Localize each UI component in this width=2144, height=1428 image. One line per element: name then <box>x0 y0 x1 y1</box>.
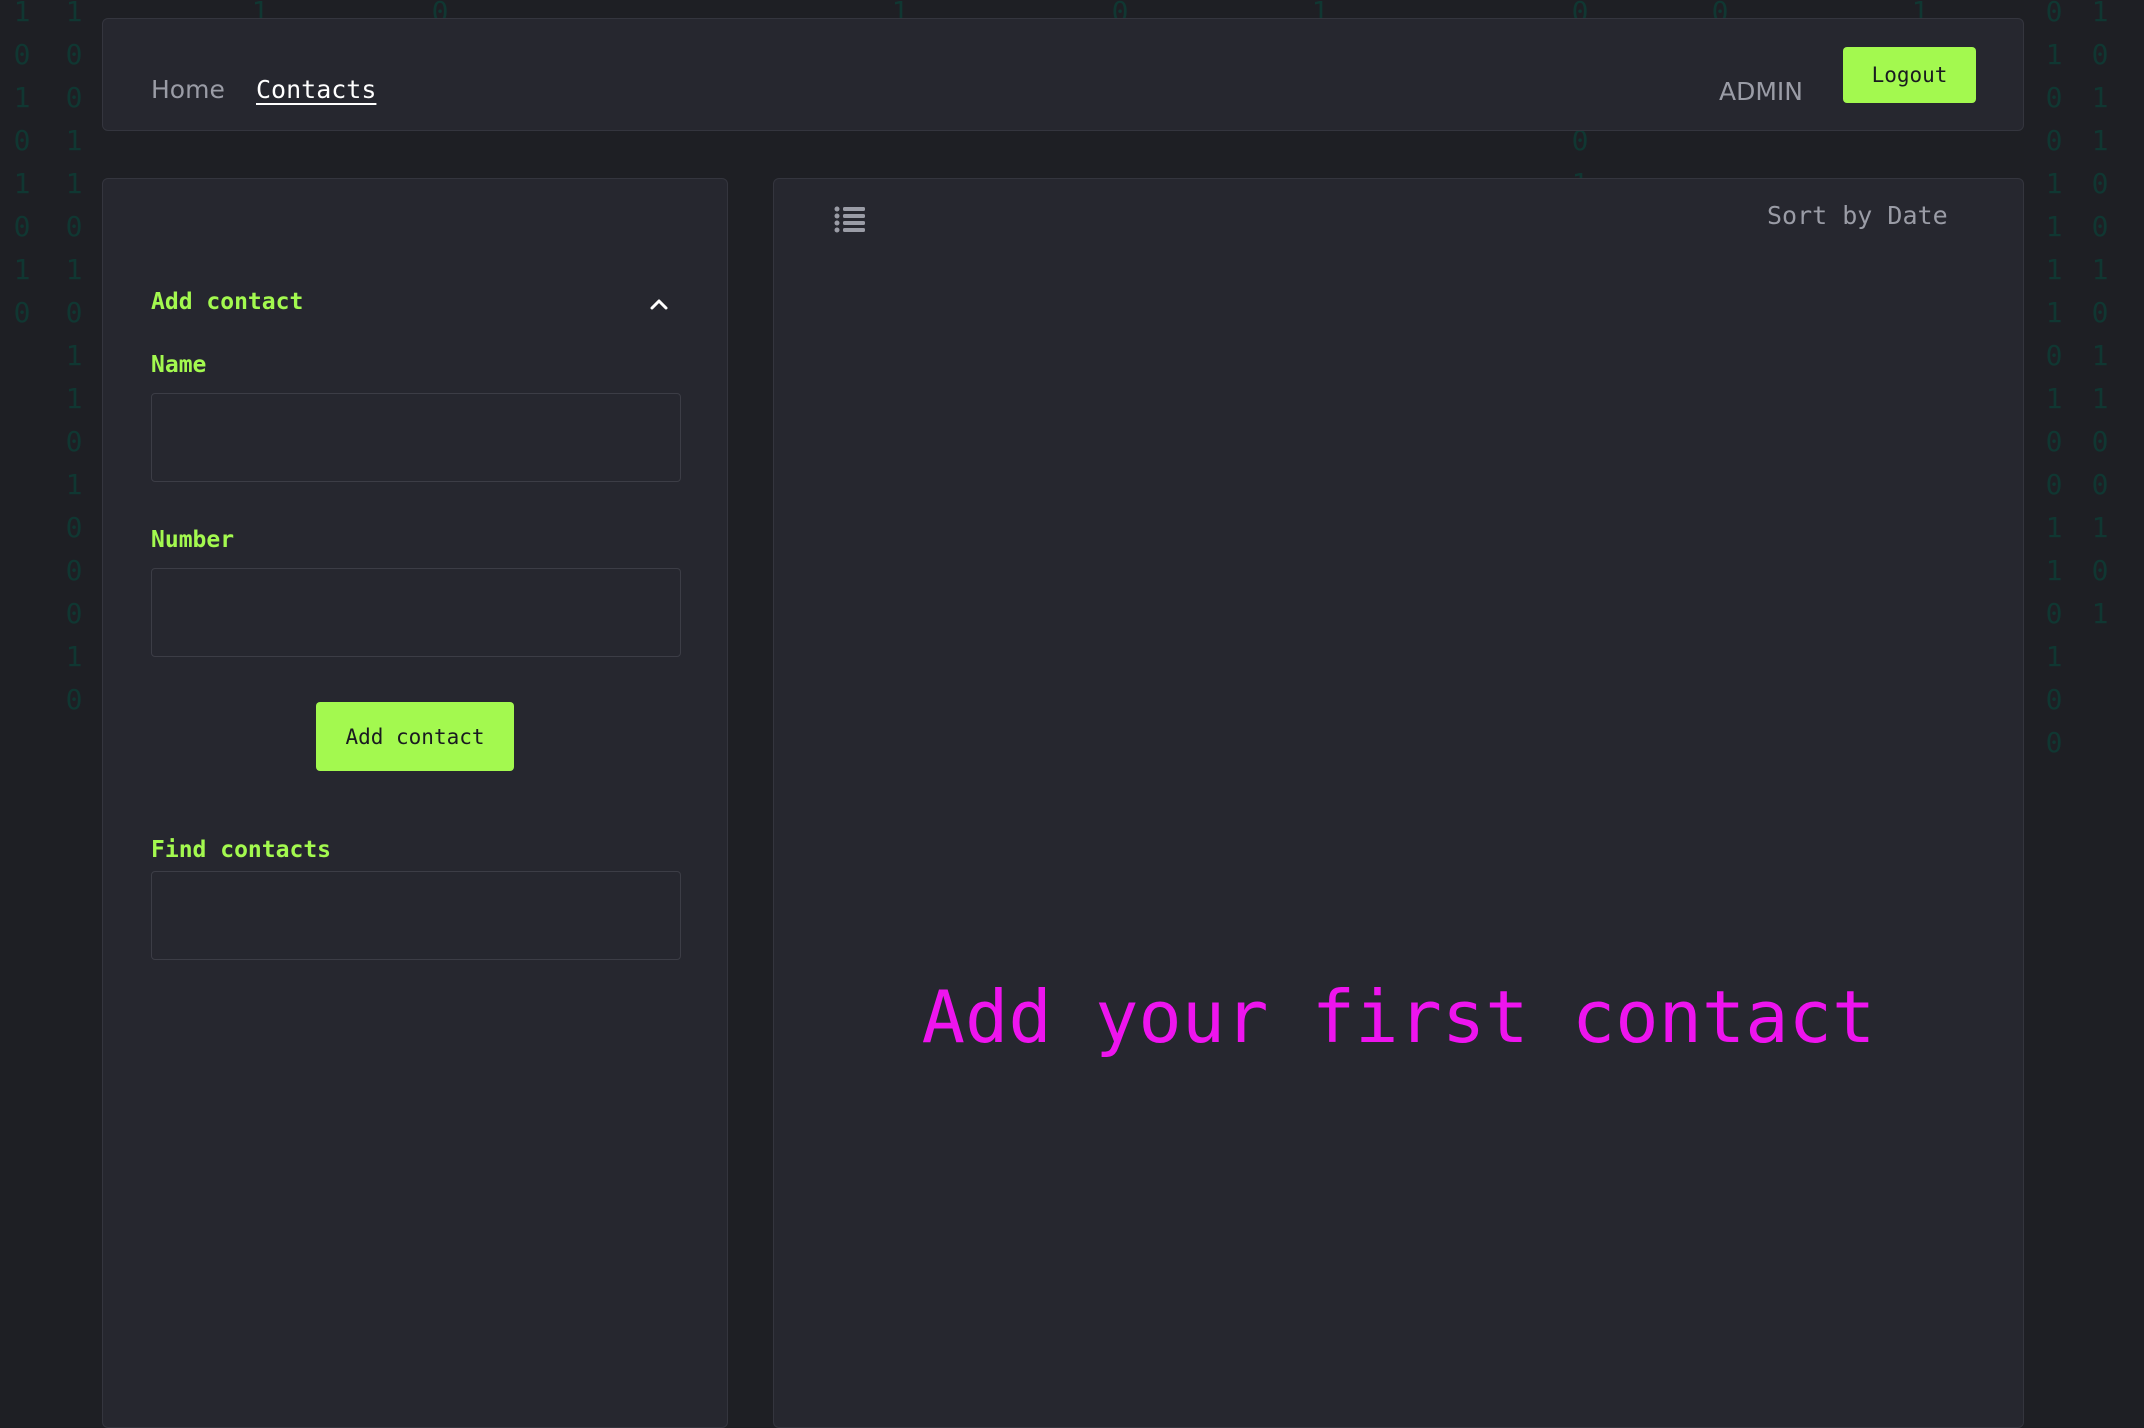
find-contacts-input[interactable] <box>151 871 681 960</box>
nav-contacts-link[interactable]: Contacts <box>256 75 376 105</box>
contact-form-panel: Add contact Name Number Add contact Find… <box>102 178 728 1428</box>
contacts-list-panel: Sort by Date Add your first contact <box>773 178 2024 1428</box>
name-field[interactable] <box>151 393 681 482</box>
empty-state-message: Add your first contact <box>921 975 1876 1059</box>
top-navbar: Home Contacts ADMIN Logout <box>102 18 2024 131</box>
add-contact-button[interactable]: Add contact <box>316 702 514 771</box>
chevron-up-icon[interactable] <box>646 291 672 317</box>
sort-by-date-button[interactable]: Sort by Date <box>1767 201 1948 230</box>
add-contact-section-title[interactable]: Add contact <box>151 289 303 315</box>
number-label: Number <box>151 527 235 553</box>
user-name: ADMIN <box>1719 77 1803 106</box>
list-view-icon[interactable] <box>834 205 866 233</box>
number-field[interactable] <box>151 568 681 657</box>
find-contacts-label: Find contacts <box>151 837 332 863</box>
name-label: Name <box>151 352 207 378</box>
logout-button[interactable]: Logout <box>1843 47 1976 103</box>
nav-home-link[interactable]: Home <box>151 75 225 105</box>
